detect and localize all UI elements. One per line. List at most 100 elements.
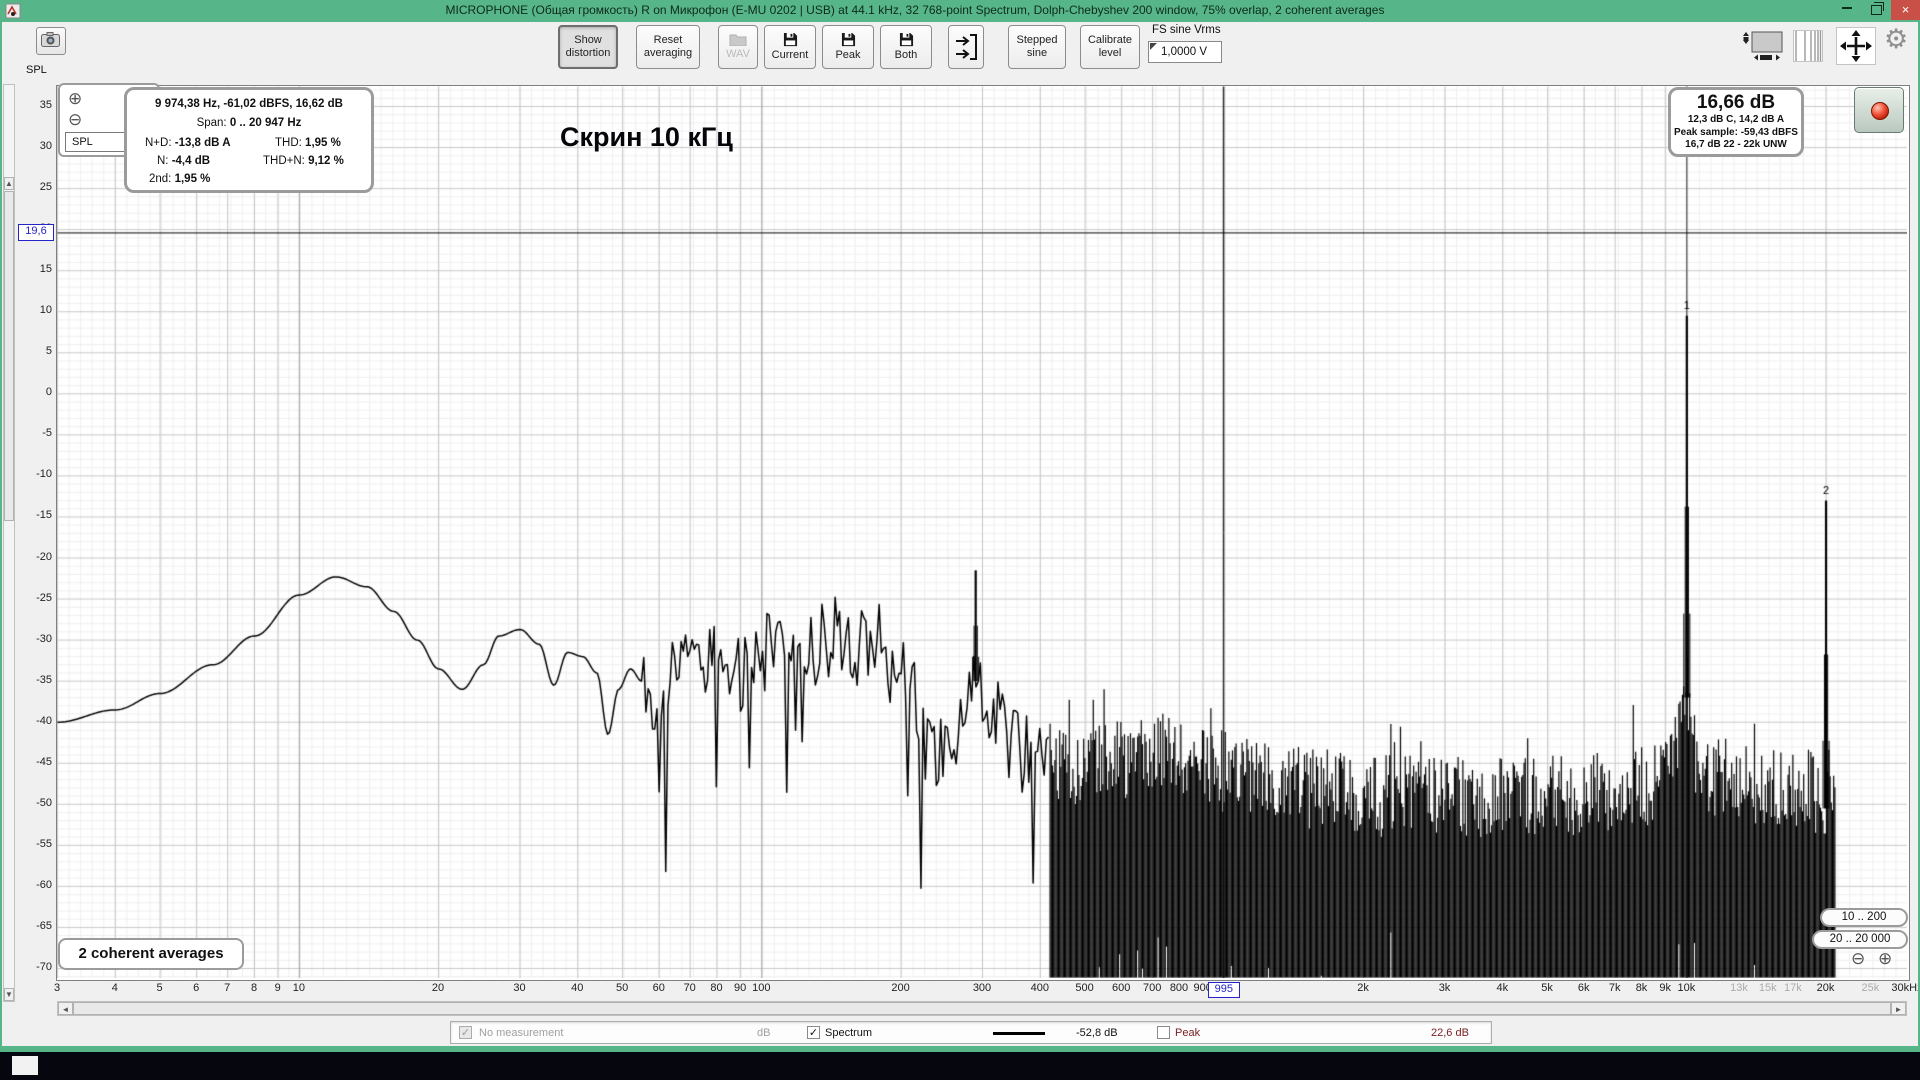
db-unit-label: dB <box>757 1027 770 1039</box>
save-current-button[interactable]: Current <box>764 25 816 69</box>
averages-badge: 2 coherent averages <box>58 938 244 970</box>
settings-button[interactable]: ⚙ <box>1884 24 1916 60</box>
vertical-scroll-thumb[interactable] <box>4 191 14 521</box>
zoom-in-button[interactable]: ⊕ <box>68 90 82 107</box>
x-zoom-out-button[interactable]: ⊖ <box>1851 950 1865 967</box>
save-peak-label: Peak <box>835 49 860 62</box>
level-line3: Peak sample: -59,43 dBFS <box>1671 127 1801 140</box>
nd-label: N+D: <box>145 137 172 149</box>
peak-label: Peak <box>1175 1027 1200 1039</box>
y-tick: -35 <box>16 674 52 686</box>
scroll-up-button[interactable]: ▲ <box>4 177 14 190</box>
save-icon <box>783 32 798 47</box>
thd-label: THD: <box>275 137 302 149</box>
n-label: N: <box>157 155 169 167</box>
y-tick: -30 <box>16 633 52 645</box>
y-tick: -10 <box>16 468 52 480</box>
screenshot-button[interactable] <box>36 27 66 55</box>
record-button[interactable] <box>1854 87 1904 133</box>
x-zoom-in-button[interactable]: ⊕ <box>1878 950 1892 967</box>
spectrum-plot[interactable] <box>57 86 1907 978</box>
horizontal-scroll-thumb[interactable] <box>73 1002 1891 1015</box>
nd-value: -13,8 dB A <box>175 137 231 149</box>
app-window: MICROPHONE (Общая громкость) R on Микроф… <box>0 0 1920 1080</box>
restore-button[interactable] <box>1862 0 1890 20</box>
close-button[interactable]: × <box>1891 0 1920 20</box>
range-20-20000-button[interactable]: 20 .. 20 000 <box>1812 930 1908 949</box>
calibrate-level-button[interactable]: Calibrate level <box>1080 25 1140 69</box>
y-cursor-label: 19,6 <box>18 224 54 241</box>
wav-button[interactable]: WAV <box>718 25 758 69</box>
y-tick: -70 <box>16 961 52 973</box>
spectrum-value: -52,8 dB <box>1076 1027 1118 1039</box>
thdn-value: 9,12 % <box>308 155 344 167</box>
span-value: 0 .. 20 947 Hz <box>230 117 302 129</box>
save-icon <box>899 32 914 47</box>
window-title: MICROPHONE (Общая громкость) R on Микроф… <box>0 3 1830 17</box>
fs-sine-input[interactable]: 1,0000 V <box>1148 41 1222 63</box>
pan-button[interactable] <box>1836 27 1876 65</box>
n-value: -4,4 dB <box>172 155 210 167</box>
fs-sine-label: FS sine Vrms <box>1152 24 1221 36</box>
cursor-readout-box: 9 974,38 Hz, -61,02 dBFS, 16,62 dB Span:… <box>124 87 374 193</box>
x-tick: 20 <box>416 982 460 994</box>
taskbar-button[interactable] <box>12 1056 38 1075</box>
y-tick: 15 <box>16 263 52 275</box>
x-tick: 3k <box>1423 982 1467 994</box>
y-tick: -60 <box>16 879 52 891</box>
save-peak-button[interactable]: Peak <box>822 25 874 69</box>
scroll-left-button[interactable]: ◄ <box>58 1002 73 1015</box>
zoom-out-button[interactable]: ⊖ <box>68 111 82 128</box>
y-tick: -50 <box>16 797 52 809</box>
scale-display-button[interactable] <box>1740 28 1786 62</box>
taskbar <box>0 1052 1920 1080</box>
h2-value: 1,95 % <box>175 173 211 185</box>
scroll-down-button[interactable]: ▼ <box>4 988 14 1001</box>
log-grid-button[interactable] <box>1793 30 1823 62</box>
range-10-200-button[interactable]: 10 .. 200 <box>1820 908 1908 927</box>
thd-value: 1,95 % <box>305 137 341 149</box>
arrow-left-icon: ◄ <box>62 1005 70 1014</box>
chart-title: Скрин 10 кГц <box>560 122 733 153</box>
y-tick: -5 <box>16 427 52 439</box>
x-tick: 30kHz <box>1885 982 1920 994</box>
reset-averaging-button[interactable]: Reset averaging <box>636 25 700 69</box>
spectrum-label: Spectrum <box>825 1027 872 1039</box>
horizontal-scrollbar[interactable]: ◄ ► <box>57 1001 1907 1016</box>
show-distortion-button[interactable]: Show distortion <box>558 25 618 69</box>
stepped-sine-button[interactable]: Stepped sine <box>1008 25 1066 69</box>
level-readout-box: 16,66 dB 12,3 dB C, 14,2 dB A Peak sampl… <box>1668 87 1804 157</box>
level-line4: 16,7 dB 22 - 22k UNW <box>1671 139 1801 152</box>
scroll-right-button[interactable]: ► <box>1891 1002 1906 1015</box>
y-tick: -45 <box>16 756 52 768</box>
stepped-sine-label: Stepped sine <box>1009 34 1065 60</box>
arrow-right-icon: ► <box>1895 1005 1903 1014</box>
spectrum-checkbox[interactable]: ✓ <box>807 1026 820 1039</box>
thd-line: THD: 1,95 % <box>275 137 341 149</box>
camera-icon <box>41 32 60 47</box>
save-both-button[interactable]: Both <box>880 25 932 69</box>
span-line: Span: 0 .. 20 947 Hz <box>127 117 371 129</box>
wav-label: WAV <box>726 48 750 61</box>
x-tick: 30 <box>498 982 542 994</box>
save-icon <box>841 32 856 47</box>
vertical-scrollbar[interactable]: ▲ ▼ <box>3 84 15 1002</box>
check-icon: ✓ <box>809 1027 818 1039</box>
y-tick: 10 <box>16 304 52 316</box>
fs-sine-value: 1,0000 V <box>1161 46 1207 58</box>
zoom-out-icon: ⊖ <box>68 110 82 129</box>
gear-icon: ⚙ <box>1884 24 1908 54</box>
peak-checkbox[interactable] <box>1157 1026 1170 1039</box>
check-icon: ✓ <box>461 1027 470 1039</box>
close-icon: × <box>1902 2 1910 17</box>
no-measurement-checkbox[interactable]: ✓ <box>459 1026 472 1039</box>
y-tick: -65 <box>16 920 52 932</box>
zoom-out-icon: ⊖ <box>1851 949 1865 968</box>
reset-averaging-label: Reset averaging <box>637 34 699 60</box>
loopback-button[interactable] <box>948 25 984 69</box>
minimize-button[interactable] <box>1833 0 1861 20</box>
x-cursor-label: 995 <box>1208 982 1240 998</box>
arrow-up-icon: ▲ <box>5 179 13 188</box>
nd-line: N+D: -13,8 dB A <box>145 137 231 149</box>
zoom-in-icon: ⊕ <box>1878 949 1892 968</box>
